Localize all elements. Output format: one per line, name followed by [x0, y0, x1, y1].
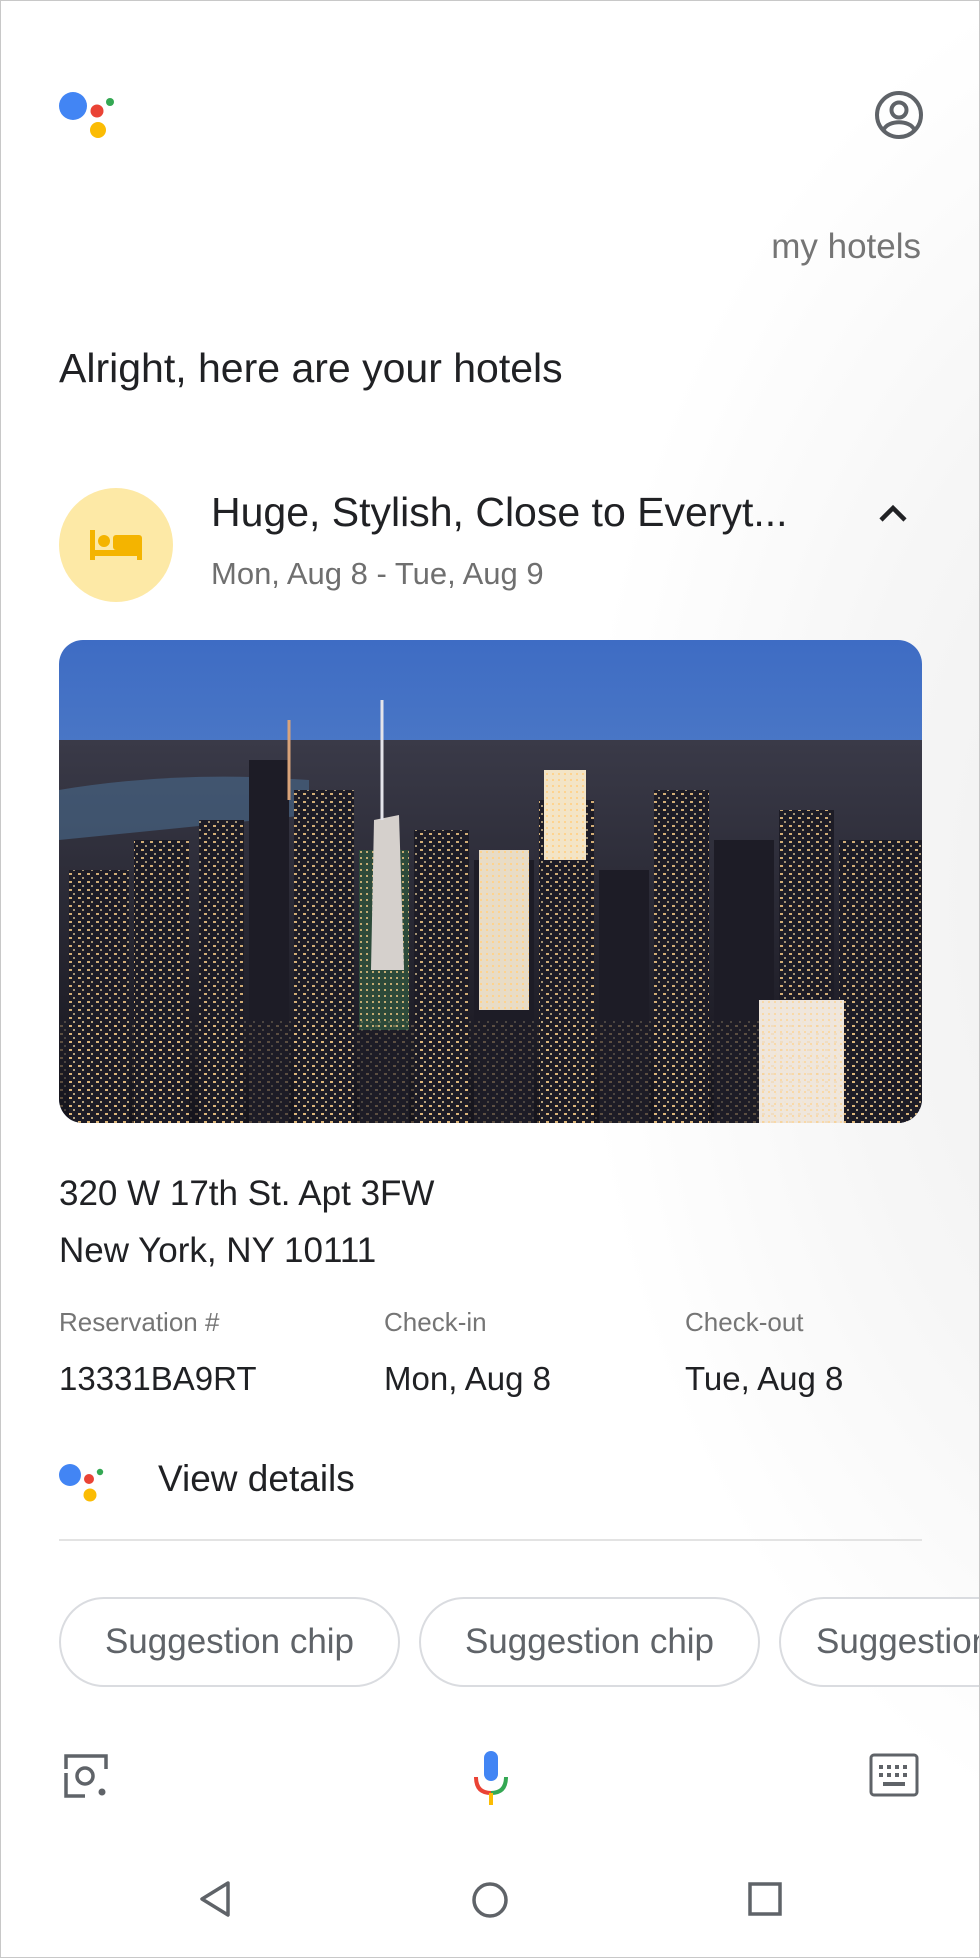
back-icon[interactable]: [197, 1879, 233, 1919]
address-line-1: 320 W 17th St. Apt 3FW: [59, 1174, 435, 1213]
reservation-number: 13331BA9RT: [59, 1360, 257, 1397]
checkin-label: Check-in: [384, 1307, 487, 1337]
recent-apps-icon[interactable]: [747, 1881, 783, 1917]
city-skyline-image: [59, 640, 922, 1123]
view-details-label: View details: [158, 1458, 355, 1499]
checkout-date: Tue, Aug 8: [685, 1360, 844, 1397]
chevron-up-icon[interactable]: [873, 493, 913, 533]
google-assistant-logo-icon: [59, 1464, 104, 1502]
suggestion-chip[interactable]: Suggestion chip: [779, 1597, 979, 1687]
checkin-date: Mon, Aug 8: [384, 1360, 551, 1397]
view-details-button[interactable]: View details: [59, 1453, 922, 1513]
keyboard-icon[interactable]: [869, 1753, 919, 1797]
checkout-label: Check-out: [685, 1307, 804, 1337]
hotel-address: 320 W 17th St. Apt 3FW New York, NY 1011…: [59, 1165, 434, 1279]
suggestion-chip[interactable]: Suggestion chip: [419, 1597, 760, 1687]
assistant-screen: my hotels Alright, here are your hotels …: [0, 0, 980, 1958]
account-circle-icon[interactable]: [873, 89, 925, 141]
hotel-avatar: [59, 488, 173, 602]
lens-icon[interactable]: [63, 1753, 109, 1799]
hotel-photo[interactable]: [59, 640, 922, 1123]
address-line-2: New York, NY 10111: [59, 1231, 377, 1270]
user-query: my hotels: [771, 227, 921, 266]
google-assistant-logo-icon: [59, 92, 114, 138]
home-icon[interactable]: [471, 1881, 509, 1919]
reservation-label: Reservation #: [59, 1307, 220, 1337]
hotel-dates: Mon, Aug 8 - Tue, Aug 9: [211, 556, 544, 591]
hotel-title[interactable]: Huge, Stylish, Close to Everyt...: [211, 489, 841, 536]
mic-icon[interactable]: [471, 1749, 511, 1807]
bed-icon: [90, 530, 142, 560]
suggestion-chip[interactable]: Suggestion chip: [59, 1597, 400, 1687]
divider: [59, 1539, 922, 1541]
assistant-response: Alright, here are your hotels: [59, 345, 563, 391]
